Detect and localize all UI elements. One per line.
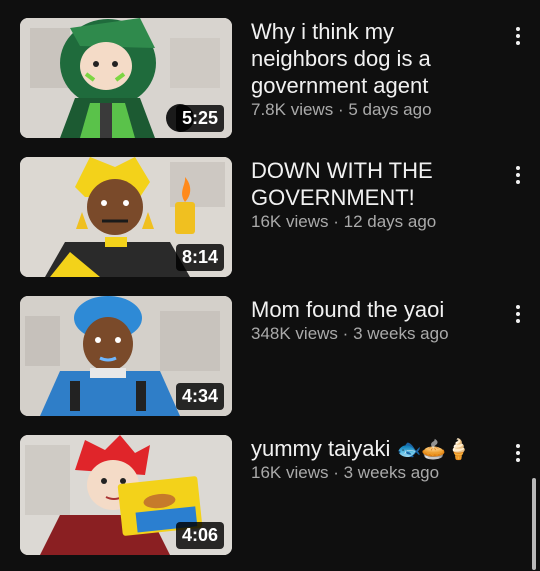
meta-separator: ·	[337, 100, 344, 119]
video-duration: 8:14	[175, 244, 224, 271]
dot-icon	[516, 166, 520, 170]
video-meta: 16K views · 12 days ago	[251, 212, 436, 232]
view-count: 7.8K views	[251, 100, 334, 119]
dot-icon	[516, 305, 520, 309]
upload-age: 12 days ago	[343, 212, 437, 231]
video-duration: 4:06	[175, 522, 224, 549]
video-item[interactable]: 4:34 Mom found the yaoi 348K views · 3 w…	[0, 296, 540, 416]
video-item[interactable]: 8:14 DOWN WITH THE GOVERNMENT! 16K views…	[0, 157, 540, 277]
more-options-button[interactable]	[508, 439, 528, 467]
dot-icon	[516, 41, 520, 45]
dot-icon	[516, 319, 520, 323]
food-emoji-icons: 🐟🥧🍦	[396, 439, 472, 461]
upload-age: 5 days ago	[348, 100, 432, 119]
view-count: 16K views	[251, 212, 329, 231]
dot-icon	[516, 451, 520, 455]
video-thumbnail[interactable]: 8:14	[20, 157, 232, 277]
video-title[interactable]: Why i think my neighbors dog is a govern…	[251, 18, 491, 99]
dot-icon	[516, 27, 520, 31]
view-count: 348K views	[251, 324, 338, 343]
meta-separator: ·	[342, 324, 349, 343]
meta-separator: ·	[333, 463, 339, 482]
dot-icon	[516, 444, 520, 448]
video-title[interactable]: Mom found the yaoi	[251, 296, 491, 323]
upload-age: 3 weeks ago	[353, 324, 449, 343]
video-meta: 16K views · 3 weeks ago	[251, 463, 439, 483]
video-meta: 7.8K views · 5 days ago	[251, 100, 432, 120]
dot-icon	[516, 312, 520, 316]
video-duration: 4:34	[175, 383, 224, 410]
video-title[interactable]: yummy taiyaki 🐟🥧🍦	[251, 435, 491, 464]
scrollbar[interactable]	[532, 478, 536, 570]
video-title-text: yummy taiyaki	[251, 436, 391, 461]
video-thumbnail[interactable]: 4:06	[20, 435, 232, 555]
more-options-button[interactable]	[508, 161, 528, 189]
dot-icon	[516, 34, 520, 38]
video-item[interactable]: 5:25 Why i think my neighbors dog is a g…	[0, 18, 540, 138]
dot-icon	[516, 180, 520, 184]
dot-icon	[516, 173, 520, 177]
video-thumbnail[interactable]: 5:25	[20, 18, 232, 138]
video-meta: 348K views · 3 weeks ago	[251, 324, 449, 344]
video-title[interactable]: DOWN WITH THE GOVERNMENT!	[251, 157, 491, 211]
video-item[interactable]: 4:06 yummy taiyaki 🐟🥧🍦 16K views · 3 wee…	[0, 435, 540, 555]
video-thumbnail[interactable]: 4:34	[20, 296, 232, 416]
more-options-button[interactable]	[508, 300, 528, 328]
more-options-button[interactable]	[508, 22, 528, 50]
dot-icon	[516, 458, 520, 462]
meta-separator: ·	[333, 212, 339, 231]
view-count: 16K views	[251, 463, 329, 482]
upload-age: 3 weeks ago	[343, 463, 440, 482]
video-duration: 5:25	[175, 105, 224, 132]
